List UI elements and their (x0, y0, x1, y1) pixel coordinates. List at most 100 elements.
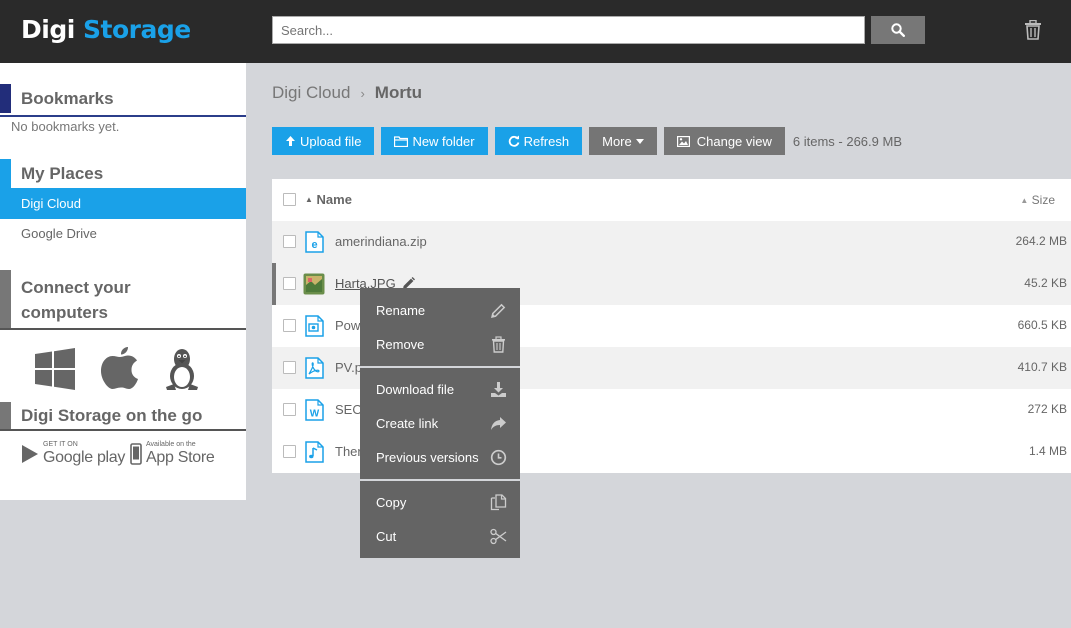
size-column-label: Size (1031, 193, 1055, 207)
size-column-header[interactable]: ▲ Size (1020, 193, 1055, 207)
clock-icon (490, 449, 507, 466)
row-checkbox[interactable] (283, 403, 296, 416)
menu-item-download-file[interactable]: Download file (360, 372, 520, 406)
arrow-up-icon (286, 136, 295, 146)
connect-heading-line1: Connect your (21, 278, 131, 297)
google-play-small-text: GET IT ON (43, 441, 78, 448)
row-checkbox[interactable] (283, 235, 296, 248)
file-name[interactable]: Pow (335, 318, 360, 333)
select-all-checkbox[interactable] (283, 193, 296, 206)
logo-text-digi: Digi (21, 15, 75, 44)
change-view-button[interactable]: Change view (663, 127, 785, 155)
row-checkbox[interactable] (283, 319, 296, 332)
menu-item-label: Previous versions (376, 449, 479, 465)
linux-icon[interactable] (163, 347, 201, 396)
top-header: Digi Storage (0, 0, 1071, 63)
windows-icon[interactable] (34, 348, 76, 395)
search-button[interactable] (871, 16, 925, 44)
refresh-icon (508, 135, 519, 147)
menu-item-remove[interactable]: Remove (360, 327, 520, 361)
menu-separator (360, 366, 520, 368)
folder-icon (394, 135, 409, 147)
menu-item-label: Copy (376, 494, 407, 510)
sort-up-icon: ▲ (305, 195, 313, 204)
file-name[interactable]: Ther (335, 444, 362, 459)
trash-icon (1025, 20, 1041, 40)
app-store-badge[interactable]: Available on the App Store (130, 441, 215, 466)
mobile-apps-heading: Digi Storage on the go (0, 402, 246, 431)
row-checkbox[interactable] (283, 277, 296, 290)
file-name[interactable]: SEO (335, 402, 362, 417)
items-count-info: 6 items - 266.9 MB (792, 133, 902, 149)
breadcrumb-current: Mortu (374, 83, 422, 102)
powerpoint-file-icon (305, 315, 324, 337)
refresh-label: Refresh (523, 133, 570, 149)
trash-button[interactable] (1021, 18, 1045, 42)
upload-file-button[interactable]: Upload file (272, 127, 375, 155)
app-store-small-text: Available on the (146, 441, 196, 448)
connect-computers-heading: Connect your computers (0, 270, 246, 330)
sidebar-item-google-drive[interactable]: Google Drive (0, 218, 246, 249)
sort-up-icon: ▲ (1020, 196, 1029, 205)
phone-icon (130, 442, 142, 465)
menu-item-label: Cut (376, 528, 397, 544)
name-column-label: Name (316, 192, 352, 207)
menu-item-copy[interactable]: Copy (360, 485, 520, 519)
download-icon (491, 382, 506, 397)
chevron-right-icon: › (360, 85, 365, 101)
scissors-icon (490, 528, 507, 545)
toolbar: Upload file New folder Refresh More Chan… (272, 127, 902, 155)
menu-item-previous-versions[interactable]: Previous versions (360, 440, 520, 474)
new-folder-label: New folder (412, 133, 475, 149)
file-size: 410.7 KB (1017, 360, 1067, 374)
row-checkbox[interactable] (283, 445, 296, 458)
bookmarks-heading: Bookmarks (0, 84, 246, 117)
menu-item-label: Download file (376, 381, 455, 397)
google-play-badge[interactable]: GET IT ON Google play (21, 441, 125, 466)
logo-text-storage: Storage (83, 15, 191, 44)
google-play-text: Google play (43, 449, 126, 466)
table-row[interactable]: e amerindiana.zip 264.2 MB (272, 221, 1071, 263)
menu-item-label: Create link (376, 415, 439, 431)
app-logo[interactable]: Digi Storage (21, 15, 191, 44)
svg-text:W: W (310, 409, 320, 420)
name-column-header[interactable]: ▲ Name (305, 192, 352, 207)
file-name[interactable]: PV.p (335, 360, 362, 375)
refresh-button[interactable]: Refresh (494, 127, 583, 155)
apple-icon[interactable] (99, 343, 141, 396)
breadcrumb-root[interactable]: Digi Cloud (272, 83, 350, 103)
table-header: ▲ Name ▲ Size (272, 179, 1071, 221)
connect-heading-line2: computers (21, 303, 108, 322)
my-places-heading: My Places (0, 159, 246, 188)
menu-item-rename[interactable]: Rename (360, 293, 520, 327)
menu-item-cut[interactable]: Cut (360, 519, 520, 553)
word-file-icon: W (305, 399, 324, 421)
more-label: More (602, 133, 632, 149)
pencil-icon (491, 303, 506, 318)
menu-item-create-link[interactable]: Create link (360, 406, 520, 440)
google-play-icon (22, 444, 38, 463)
context-menu: Rename Remove Download file Create link … (360, 288, 520, 558)
search-input[interactable] (272, 16, 865, 44)
file-size: 1.4 MB (1028, 444, 1067, 458)
file-size: 272 KB (1027, 402, 1067, 416)
breadcrumb: Digi Cloud › Mortu (272, 83, 422, 103)
menu-separator (360, 479, 520, 481)
pdf-file-icon (305, 357, 324, 379)
file-size: 45.2 KB (1024, 276, 1067, 290)
file-name[interactable]: amerindiana.zip (335, 234, 427, 249)
sidebar: Bookmarks No bookmarks yet. My Places Di… (0, 63, 246, 500)
search-icon (891, 23, 905, 37)
image-file-icon (303, 273, 325, 295)
row-checkbox[interactable] (283, 361, 296, 374)
more-dropdown-button[interactable]: More (589, 127, 657, 155)
sidebar-item-digi-cloud[interactable]: Digi Cloud (0, 188, 246, 219)
share-icon (491, 417, 506, 430)
app-store-text: App Store (146, 449, 215, 466)
caret-down-icon (635, 138, 644, 144)
copy-icon (490, 494, 507, 511)
menu-item-label: Rename (376, 302, 426, 318)
new-folder-button[interactable]: New folder (381, 127, 488, 155)
change-view-label: Change view (696, 133, 772, 149)
no-bookmarks-text: No bookmarks yet. (11, 119, 120, 134)
